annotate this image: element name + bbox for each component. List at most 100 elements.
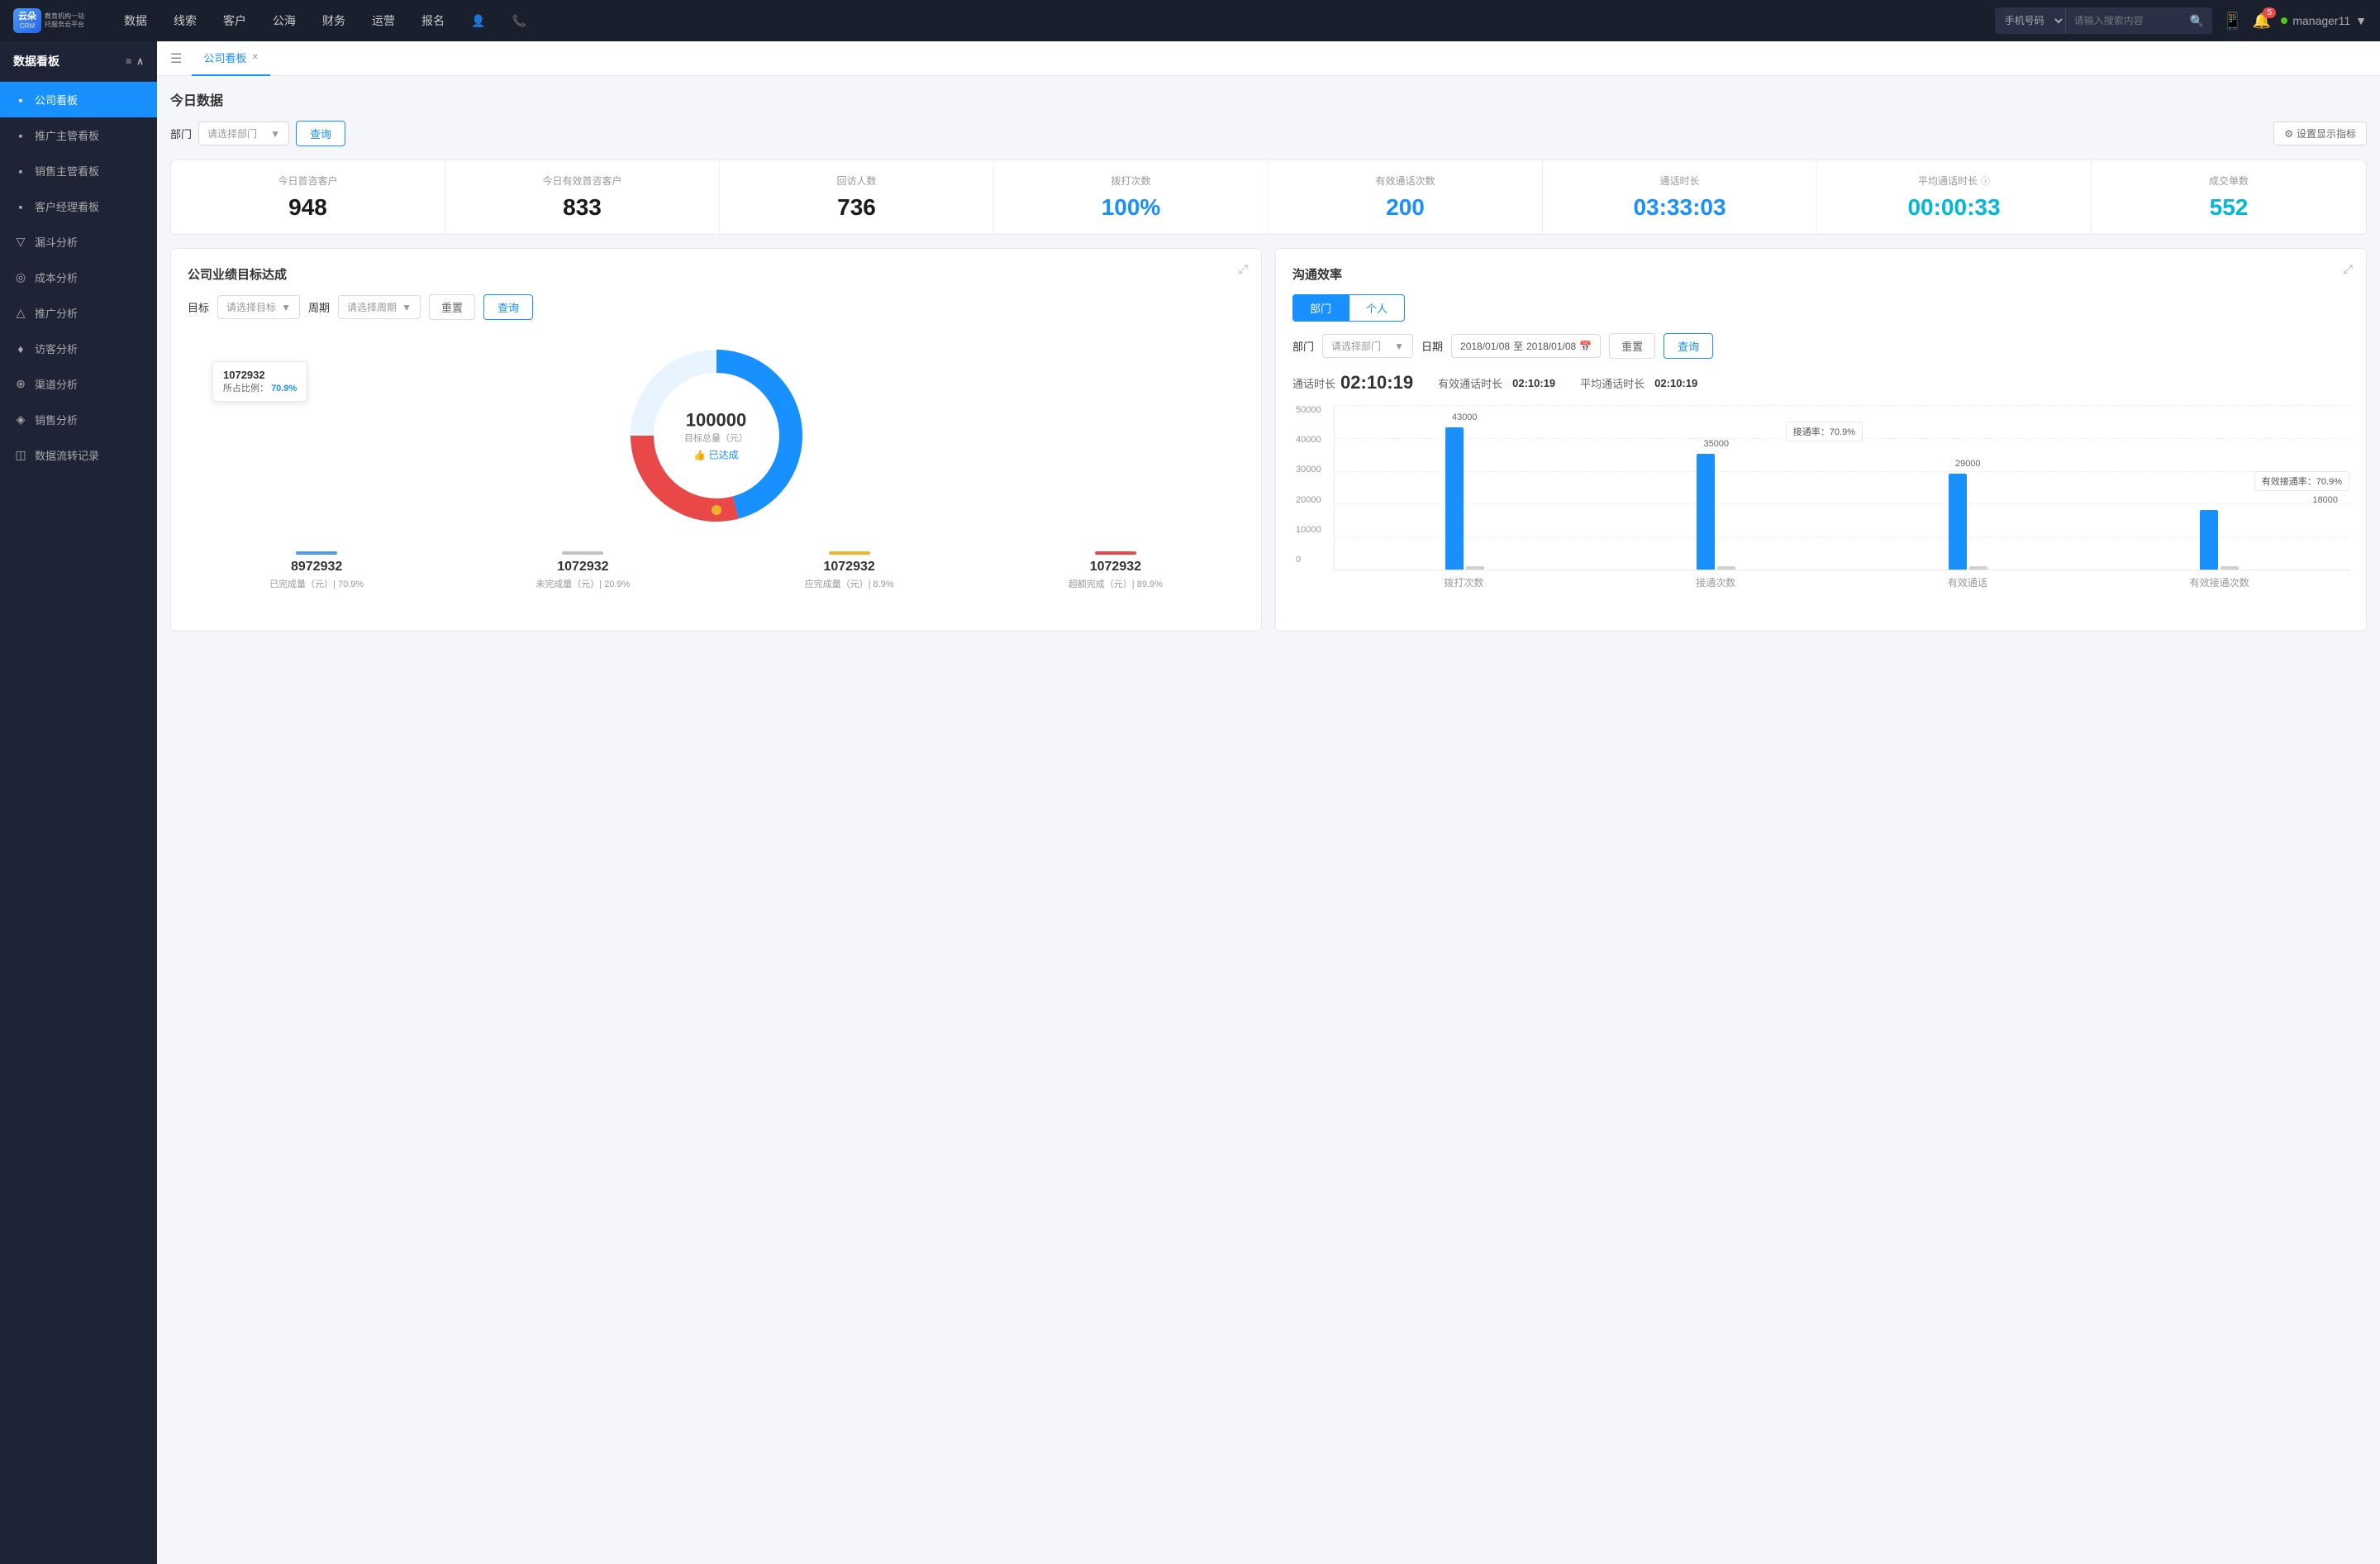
tablet-icon[interactable]: 📱 — [2222, 11, 2243, 31]
search-type-select[interactable]: 手机号码 — [1995, 7, 2066, 34]
user-info[interactable]: manager11 ▼ — [2281, 14, 2367, 27]
company-board-icon: ▪ — [13, 93, 28, 107]
tooltip-number: 1072932 — [223, 369, 297, 381]
settings-label: 设置显示指标 — [2297, 126, 2356, 141]
x-label-1: 接通次数 — [1594, 575, 1838, 589]
target-controls: 目标 请选择目标 ▼ 周期 请选择周期 ▼ 重置 查询 — [188, 294, 1245, 320]
y-label-50000: 50000 — [1296, 405, 1321, 415]
comm-stats-row: 通话时长 02:10:19 有效通话时长 02:10:19 平均通话时长 02:… — [1292, 372, 2349, 393]
bar-group-2: 29000 — [1846, 405, 2090, 570]
sidebar-item-label: 漏斗分析 — [35, 234, 78, 250]
tab-close-icon[interactable]: ✕ — [251, 53, 258, 62]
sidebar-item-label: 销售分析 — [35, 412, 78, 427]
stat-value-4: 200 — [1278, 194, 1532, 221]
stat-label-1: 今日有效首咨客户 — [455, 174, 709, 188]
layout: 数据看板 ≡ ∧ ▪ 公司看板 ▪ 推广主管看板 ▪ 销售主管看板 ▪ 客户经理… — [0, 41, 2380, 1564]
comm-tab-person[interactable]: 个人 — [1349, 294, 1405, 322]
nav-finance[interactable]: 财务 — [311, 7, 357, 34]
bar-pair-0 — [1445, 405, 1484, 570]
sidebar-item-label: 客户经理看板 — [35, 198, 99, 214]
comm-dept-select[interactable]: 请选择部门 ▼ — [1322, 334, 1413, 358]
stat-card-3: 拨打次数 100% — [994, 160, 1269, 234]
target-select[interactable]: 请选择目标 ▼ — [217, 295, 300, 319]
search-button[interactable]: 🔍 — [2182, 14, 2212, 28]
dept-select[interactable]: 请选择部门 ▼ — [198, 122, 289, 145]
sidebar-item-label: 成本分析 — [35, 269, 78, 285]
bar-main-0 — [1445, 427, 1464, 570]
stat-label-6: 平均通话时长 ⓘ — [1827, 174, 2081, 188]
stat-bottom-label-2: 应完成量（元）| 8.9% — [721, 577, 978, 590]
sidebar-header: 数据看板 ≡ ∧ — [0, 41, 157, 82]
sidebar-toggle-icon[interactable]: ≡ — [126, 55, 131, 67]
target-query-button[interactable]: 查询 — [483, 294, 533, 320]
date-from: 2018/01/08 — [1460, 341, 1510, 352]
comm-tab-dept[interactable]: 部门 — [1292, 294, 1349, 322]
stat-card-2: 回访人数 736 — [720, 160, 994, 234]
comm-reset-button[interactable]: 重置 — [1609, 333, 1655, 359]
nav-signup[interactable]: 报名 — [410, 7, 456, 34]
today-query-button[interactable]: 查询 — [296, 121, 345, 146]
stat-card-5: 通话时长 03:33:03 — [1543, 160, 1817, 234]
nav-customers[interactable]: 客户 — [212, 7, 258, 34]
stat-card-4: 有效通话次数 200 — [1269, 160, 1543, 234]
sidebar-item-company-board[interactable]: ▪ 公司看板 — [0, 82, 157, 117]
sidebar-collapse-icon[interactable]: ∧ — [136, 55, 144, 67]
nav-data[interactable]: 数据 — [112, 7, 159, 34]
stat-bottom-1: 1072932 未完成量（元）| 20.9% — [454, 551, 712, 590]
sidebar-item-sales[interactable]: ◈ 销售分析 — [0, 402, 157, 437]
comm-dept-label: 部门 — [1292, 338, 1314, 354]
stat-value-1: 833 — [455, 194, 709, 221]
sidebar-item-cost[interactable]: ◎ 成本分析 — [0, 260, 157, 295]
donut-achieved: 👍 已达成 — [684, 448, 748, 462]
target-expand-icon[interactable]: ⤢ — [1239, 262, 1248, 276]
channel-icon: ⊕ — [13, 377, 28, 391]
date-range[interactable]: 2018/01/08 至 2018/01/08 📅 — [1451, 334, 1601, 358]
sidebar-item-label: 销售主管看板 — [35, 163, 99, 179]
settings-btn[interactable]: ⚙ 设置显示指标 — [2273, 122, 2367, 145]
bar-label-35000: 35000 — [1703, 439, 1729, 449]
settings-icon: ⚙ — [2284, 128, 2293, 140]
bar-pair-1 — [1697, 405, 1735, 570]
sidebar-item-promo-analysis[interactable]: △ 推广分析 — [0, 295, 157, 331]
nav-ops[interactable]: 运营 — [360, 7, 407, 34]
stat-label-4: 有效通话次数 — [1278, 174, 1532, 188]
nav-items: 数据 线索 客户 公海 财务 运营 报名 👤 📞 — [112, 7, 1995, 34]
promo-board-icon: ▪ — [13, 129, 28, 142]
nav-phone-icon[interactable]: 📞 — [500, 9, 537, 33]
nav-right: 手机号码 🔍 📱 🔔 5 manager11 ▼ — [1995, 7, 2367, 34]
stat-label-7: 成交单数 — [2102, 174, 2356, 188]
sidebar-item-sales-board[interactable]: ▪ 销售主管看板 — [0, 153, 157, 188]
sidebar-item-account-board[interactable]: ▪ 客户经理看板 — [0, 188, 157, 224]
bar-main-2 — [1949, 474, 1967, 570]
sidebar-item-promo-board[interactable]: ▪ 推广主管看板 — [0, 117, 157, 153]
sidebar-item-visitor[interactable]: ♦ 访客分析 — [0, 331, 157, 366]
target-panel-title: 公司业绩目标达成 — [188, 265, 1245, 283]
notification-icon[interactable]: 🔔 5 — [2253, 12, 2271, 30]
comm-query-button[interactable]: 查询 — [1664, 333, 1713, 359]
stat-value-3: 100% — [1004, 194, 1258, 221]
sidebar-item-channel[interactable]: ⊕ 渠道分析 — [0, 366, 157, 402]
tooltip-ratio-label: 所占比例： — [223, 384, 269, 393]
dept-select-text: 请选择部门 — [207, 126, 257, 141]
username: manager11 — [2292, 14, 2350, 27]
sidebar-item-data-flow[interactable]: ◫ 数据流转记录 — [0, 437, 157, 473]
tab-toggle-icon[interactable]: ☰ — [170, 50, 182, 67]
stat-card-7: 成交单数 552 — [2092, 160, 2366, 234]
tab-company-board[interactable]: 公司看板 ✕ — [192, 41, 269, 76]
period-select[interactable]: 请选择周期 ▼ — [338, 295, 421, 319]
sidebar-item-funnel[interactable]: ▽ 漏斗分析 — [0, 224, 157, 260]
comm-filter-row: 部门 请选择部门 ▼ 日期 2018/01/08 至 2018/01/08 📅 — [1292, 333, 2349, 359]
bar-sec-2 — [1969, 566, 1987, 570]
target-panel: 公司业绩目标达成 ⤢ 目标 请选择目标 ▼ 周期 请选择周期 ▼ 重置 — [170, 248, 1262, 632]
search-input[interactable] — [2066, 15, 2182, 26]
comm-expand-icon[interactable]: ⤢ — [2344, 262, 2353, 276]
nav-leads[interactable]: 线索 — [162, 7, 208, 34]
call-duration-label: 通话时长 — [1292, 375, 1335, 391]
stat-value-2: 736 — [730, 194, 983, 221]
date-to: 2018/01/08 — [1526, 341, 1576, 352]
stat-card-0: 今日首咨客户 948 — [171, 160, 445, 234]
stat-label-2: 回访人数 — [730, 174, 983, 188]
nav-sea[interactable]: 公海 — [261, 7, 307, 34]
nav-person-icon[interactable]: 👤 — [459, 9, 497, 33]
target-reset-button[interactable]: 重置 — [429, 294, 475, 320]
